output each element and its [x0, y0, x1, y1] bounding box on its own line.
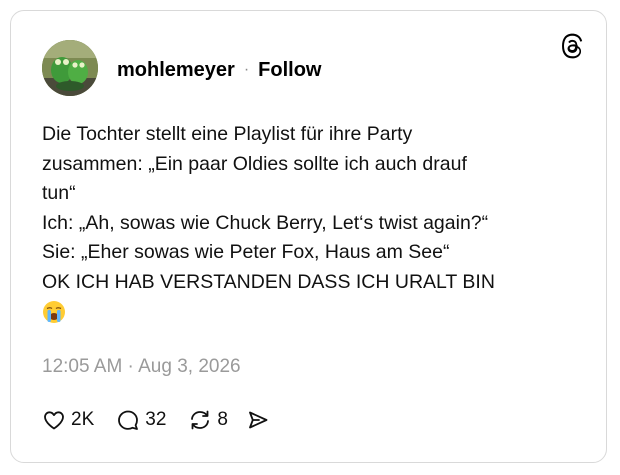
- threads-post-card: mohlemeyer · Follow Die Tochter stellt e…: [10, 10, 607, 463]
- post-text-line: zusammen: „Ein paar Oldies sollte ich au…: [42, 152, 467, 175]
- follow-button[interactable]: Follow: [258, 59, 321, 82]
- post-header: mohlemeyer · Follow: [117, 55, 322, 85]
- emoji-line: [42, 297, 582, 327]
- post-text-line: OK ICH HAB VERSTANDEN DASS ICH URALT BIN: [42, 270, 495, 293]
- repost-icon: [191, 410, 210, 430]
- heart-icon: [44, 411, 64, 430]
- post-text-line: Ich: „Ah, sowas wie Chuck Berry, Let‘s t…: [42, 211, 489, 234]
- avatar[interactable]: [42, 40, 98, 96]
- post-text-line: Die Tochter stellt eine Playlist für ihr…: [42, 123, 413, 145]
- post-timestamp[interactable]: 12:05 AM · Aug 3, 2026: [42, 356, 241, 378]
- like-button[interactable]: 2K: [42, 408, 94, 432]
- share-button[interactable]: [246, 408, 270, 432]
- separator-dot: ·: [243, 61, 250, 78]
- send-icon: [249, 411, 268, 429]
- threads-icon[interactable]: [559, 33, 585, 59]
- repost-count: 8: [217, 409, 228, 430]
- username-link[interactable]: mohlemeyer: [117, 59, 235, 82]
- reply-count: 32: [145, 409, 167, 430]
- post-text-line: tun“: [42, 182, 76, 204]
- post-actions: 2K 32 8: [42, 406, 270, 434]
- loudly-crying-face-icon: [43, 301, 65, 323]
- post-text-line: Sie: „Eher sowas wie Peter Fox, Haus am …: [42, 241, 450, 263]
- post-body: Die Tochter stellt eine Playlist für ihr…: [42, 120, 582, 327]
- reply-button[interactable]: 32: [116, 408, 166, 432]
- like-count: 2K: [71, 409, 95, 430]
- speech-bubble-icon: [118, 410, 139, 430]
- repost-button[interactable]: 8: [188, 408, 228, 432]
